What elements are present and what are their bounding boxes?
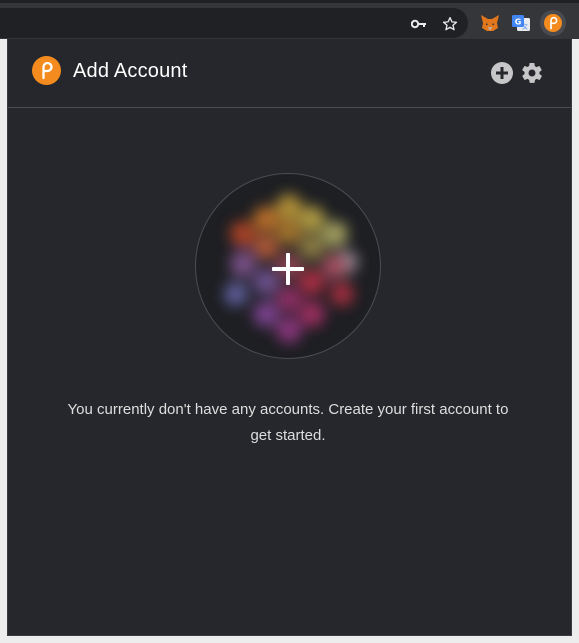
polkadot-logo-icon <box>32 56 61 85</box>
key-icon[interactable] <box>410 15 428 33</box>
polkadot-icon[interactable] <box>540 10 566 36</box>
svg-text:G: G <box>515 18 522 27</box>
browser-toolbar: G 文 <box>0 0 579 39</box>
svg-text:文: 文 <box>522 23 528 31</box>
extension-popup: Add Account You currently don't have any… <box>7 39 572 636</box>
plus-icon <box>271 252 305 286</box>
plus-circle-icon[interactable] <box>490 61 514 85</box>
gear-icon[interactable] <box>520 61 544 85</box>
empty-state-message: You currently don't have any accounts. C… <box>67 401 509 444</box>
star-icon[interactable] <box>441 15 459 33</box>
fox-icon[interactable] <box>477 10 503 36</box>
translate-icon[interactable]: G 文 <box>508 10 534 36</box>
popup-header: Add Account <box>8 39 571 108</box>
address-bar[interactable] <box>0 8 468 38</box>
page-title: Add Account <box>73 60 188 82</box>
add-account-identicon-button[interactable] <box>195 173 381 359</box>
